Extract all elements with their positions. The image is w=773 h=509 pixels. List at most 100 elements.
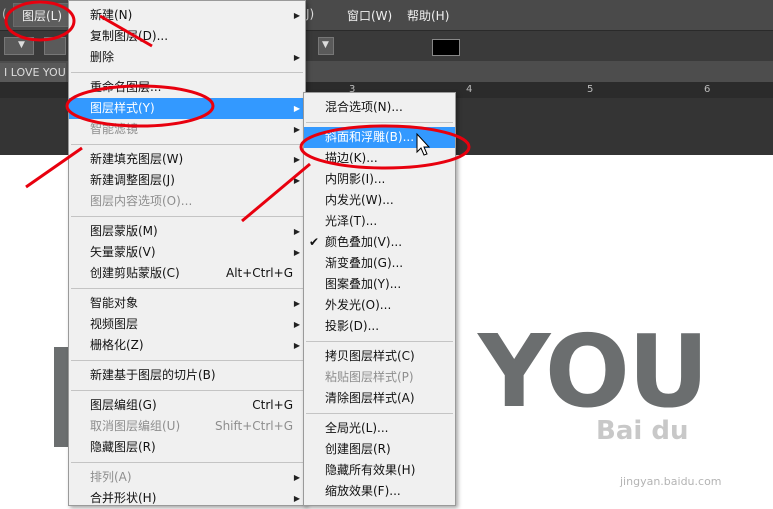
menu-item-label: 光泽(T)...	[325, 214, 378, 228]
menu-item-inner-glow[interactable]: 内发光(W)...	[304, 190, 455, 211]
menu-item-label: 栅格化(Z)	[90, 338, 144, 352]
menu-item-blending-options[interactable]: 混合选项(N)...	[304, 97, 455, 118]
menu-item-rename-layer[interactable]: 重命名图层...	[69, 77, 305, 98]
font-size-dropdown[interactable]: ▼	[318, 37, 334, 55]
submenu-arrow-icon: ▶	[293, 494, 300, 503]
menu-item-bevel-emboss[interactable]: 斜面和浮雕(B)...	[304, 127, 455, 148]
menu-item-global-light[interactable]: 全局光(L)...	[304, 418, 455, 439]
chevron-down-icon: ▼	[18, 40, 25, 50]
menu-item-satin[interactable]: 光泽(T)...	[304, 211, 455, 232]
menu-item-label: 智能对象	[90, 296, 139, 310]
menu-layer[interactable]: 图层(L)	[22, 7, 62, 24]
menu-item-new-layer-based-slice[interactable]: 新建基于图层的切片(B)	[69, 365, 305, 386]
menu-item-label: 斜面和浮雕(B)...	[325, 130, 415, 144]
menu-item-stroke[interactable]: 描边(K)...	[304, 148, 455, 169]
menu-item-clear-layer-style[interactable]: 清除图层样式(A)	[304, 388, 455, 409]
menu-item-layer-mask[interactable]: 图层蒙版(M) ▶	[69, 221, 305, 242]
menu-item-pattern-overlay[interactable]: 图案叠加(Y)...	[304, 274, 455, 295]
menu-item-label: 清除图层样式(A)	[325, 391, 415, 405]
menu-item-label: 矢量蒙版(V)	[90, 245, 156, 259]
menu-item-label: 全局光(L)...	[325, 421, 389, 435]
menu-item-label: 新建(N)	[90, 8, 133, 22]
layer-menu-dropdown: 新建(N) ▶ 复制图层(D)... 删除 ▶ 重命名图层... 图层样式(Y) ▶ 智能滤镜 ▶…	[68, 0, 306, 506]
menu-item-new-adjustment-layer[interactable]: 新建调整图层(J) ▶	[69, 170, 305, 191]
tool-option-button[interactable]	[44, 37, 66, 55]
menu-item-label: 重命名图层...	[90, 80, 162, 94]
menu-item-label: 图层内容选项(O)...	[90, 194, 193, 208]
menu-item-ungroup-layers: 取消图层编组(U) Shift+Ctrl+G	[69, 416, 305, 437]
ruler-tick: 4	[466, 84, 473, 95]
menu-separator	[306, 122, 453, 123]
menu-item-shortcut: Ctrl+G	[252, 398, 293, 412]
menu-item-copy-layer-style[interactable]: 拷贝图层样式(C)	[304, 346, 455, 367]
menu-window[interactable]: 窗口(W)	[347, 7, 392, 24]
chevron-down-icon: ▼	[322, 40, 329, 50]
menu-item-hide-layers[interactable]: 隐藏图层(R)	[69, 437, 305, 458]
menu-item-label: 缩放效果(F)...	[325, 484, 401, 498]
submenu-arrow-icon: ▶	[293, 155, 300, 164]
ruler-tick: 6	[704, 84, 711, 95]
menu-item-smart-object[interactable]: 智能对象 ▶	[69, 293, 305, 314]
watermark-url: jingyan.baidu.com	[620, 475, 722, 488]
menu-item-label: 复制图层(D)...	[90, 29, 169, 43]
submenu-arrow-icon: ▶	[293, 53, 300, 62]
menu-item-label: 删除	[90, 50, 115, 64]
menu-partial[interactable]: J)	[306, 7, 314, 21]
menu-item-group-layers[interactable]: 图层编组(G) Ctrl+G	[69, 395, 305, 416]
menu-item-label: 合并形状(H)	[90, 491, 157, 505]
menu-item-label: 拷贝图层样式(C)	[325, 349, 415, 363]
menu-item-label: 外发光(O)...	[325, 298, 392, 312]
menu-item-label: 隐藏图层(R)	[90, 440, 156, 454]
submenu-arrow-icon: ▶	[293, 320, 300, 329]
menu-item-label: 混合选项(N)...	[325, 100, 403, 114]
menu-item-combine-shapes[interactable]: 合并形状(H) ▶	[69, 488, 305, 509]
document-tab[interactable]: I LOVE YOU,	[0, 63, 66, 82]
menu-item-color-overlay[interactable]: ✔ 颜色叠加(V)...	[304, 232, 455, 253]
menu-item-label: 创建图层(R)	[325, 442, 391, 456]
menu-item-outer-glow[interactable]: 外发光(O)...	[304, 295, 455, 316]
menu-item-shortcut: Alt+Ctrl+G	[225, 266, 293, 280]
menu-item-label: 视频图层	[90, 317, 139, 331]
submenu-arrow-icon: ▶	[293, 248, 300, 257]
submenu-arrow-icon: ▶	[293, 176, 300, 185]
layer-style-submenu: 混合选项(N)... 斜面和浮雕(B)... 描边(K)... 内阴影(I)... 内发…	[303, 92, 456, 506]
menu-item-delete[interactable]: 删除 ▶	[69, 47, 305, 68]
menu-item-create-clipping-mask[interactable]: 创建剪贴蒙版(C) Alt+Ctrl+G	[69, 263, 305, 284]
menu-item-video-layers[interactable]: 视频图层 ▶	[69, 314, 305, 335]
menu-help[interactable]: 帮助(H)	[407, 7, 449, 24]
menu-separator	[71, 288, 303, 289]
menu-item-hide-all-effects[interactable]: 隐藏所有效果(H)	[304, 460, 455, 481]
menu-item-label: 智能滤镜	[90, 122, 139, 136]
menu-separator	[71, 390, 303, 391]
menu-item-smart-filter: 智能滤镜 ▶	[69, 119, 305, 140]
menu-separator	[71, 462, 303, 463]
menu-item-gradient-overlay[interactable]: 渐变叠加(G)...	[304, 253, 455, 274]
menu-item-label: 取消图层编组(U)	[90, 419, 181, 433]
menu-item-label: 颜色叠加(V)...	[325, 235, 403, 249]
canvas-text: YOU	[478, 313, 709, 430]
menu-item-inner-shadow[interactable]: 内阴影(I)...	[304, 169, 455, 190]
menu-item-label: 新建基于图层的切片(B)	[90, 368, 216, 382]
text-color-swatch[interactable]	[432, 39, 460, 56]
menu-item-drop-shadow[interactable]: 投影(D)...	[304, 316, 455, 337]
menu-item-label: 图层样式(Y)	[90, 101, 155, 115]
menu-item-label: 隐藏所有效果(H)	[325, 463, 416, 477]
menu-separator	[71, 144, 303, 145]
menu-separator	[71, 216, 303, 217]
menu-item-new[interactable]: 新建(N) ▶	[69, 5, 305, 26]
checkmark-icon: ✔	[309, 235, 320, 249]
menu-fragment-left: (	[2, 7, 7, 21]
tool-dropdown[interactable]: ▼	[4, 37, 34, 55]
menu-separator	[71, 360, 303, 361]
menu-item-vector-mask[interactable]: 矢量蒙版(V) ▶	[69, 242, 305, 263]
menu-item-layer-style[interactable]: 图层样式(Y) ▶	[69, 98, 305, 119]
submenu-arrow-icon: ▶	[293, 473, 300, 482]
menu-item-new-fill-layer[interactable]: 新建填充图层(W) ▶	[69, 149, 305, 170]
menu-item-rasterize[interactable]: 栅格化(Z) ▶	[69, 335, 305, 356]
watermark-logo: Bai du	[596, 416, 689, 446]
menu-item-scale-effects[interactable]: 缩放效果(F)...	[304, 481, 455, 502]
menu-item-duplicate-layer[interactable]: 复制图层(D)...	[69, 26, 305, 47]
menu-item-create-layers[interactable]: 创建图层(R)	[304, 439, 455, 460]
menu-item-label: 创建剪贴蒙版(C)	[90, 266, 180, 280]
menu-item-label: 投影(D)...	[325, 319, 380, 333]
